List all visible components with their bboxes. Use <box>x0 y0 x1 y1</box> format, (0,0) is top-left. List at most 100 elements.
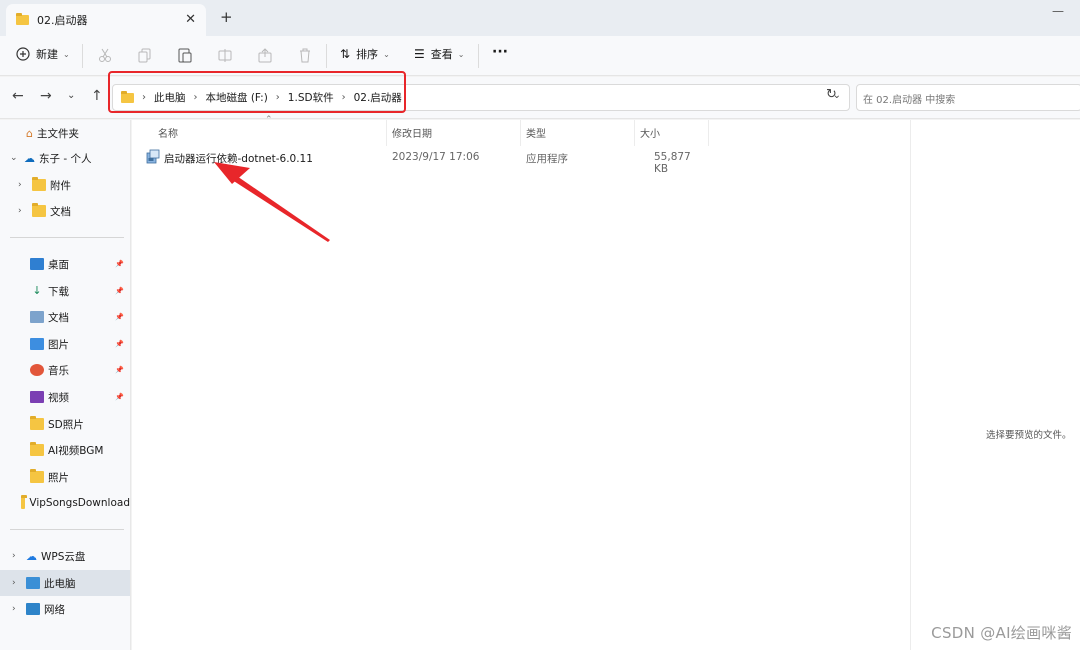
view-button[interactable]: ☰ 查看 ⌄ <box>414 46 464 62</box>
tab-label: 02.启动器 <box>37 14 88 27</box>
share-icon[interactable] <box>256 46 274 64</box>
chevron-right-icon[interactable]: › <box>12 551 26 561</box>
sidebar-item-label: AI视频BGM <box>48 444 104 457</box>
chevron-right-icon[interactable]: › <box>12 578 26 588</box>
rename-icon[interactable] <box>216 46 234 64</box>
column-divider[interactable] <box>634 120 635 146</box>
pin-icon[interactable]: 📌 <box>115 287 124 295</box>
sidebar-item-cloud[interactable]: ⌄ ☁ 东子 - 个人 <box>0 145 130 171</box>
sidebar-item-label: 附件 <box>50 179 71 192</box>
column-header-modified[interactable]: 修改日期 <box>392 125 432 140</box>
view-button-label: 查看 <box>430 48 453 61</box>
column-divider[interactable] <box>386 120 387 146</box>
sidebar-item-this-pc[interactable]: › 此电脑 <box>0 570 130 596</box>
close-tab-icon[interactable]: ✕ <box>185 12 196 27</box>
paste-icon[interactable] <box>176 46 194 64</box>
sidebar-item-quick[interactable]: 音乐 📌 <box>0 357 130 383</box>
folder-icon <box>20 495 27 509</box>
picture-icon <box>30 338 44 350</box>
toolbar-divider <box>82 44 83 68</box>
sidebar-item-quick[interactable]: AI视频BGM <box>0 437 130 463</box>
chevron-right-icon[interactable]: › <box>12 604 26 614</box>
column-header-name[interactable]: 名称 <box>158 125 178 140</box>
pin-icon[interactable]: 📌 <box>115 366 124 374</box>
chevron-down-icon[interactable]: ⌄ <box>10 153 24 163</box>
pin-icon[interactable]: 📌 <box>115 340 124 348</box>
chevron-down-icon: ⌄ <box>383 49 390 59</box>
sidebar-divider <box>10 237 124 238</box>
folder-icon <box>32 203 46 217</box>
refresh-icon[interactable]: ↻ <box>826 87 837 102</box>
sidebar-item-label: VipSongsDownload <box>29 497 130 509</box>
pin-icon[interactable]: 📌 <box>115 393 124 401</box>
cloud-icon: ☁ <box>26 549 37 563</box>
search-input[interactable]: 在 02.启动器 中搜索 <box>856 84 1080 111</box>
copy-icon[interactable] <box>136 46 154 64</box>
sidebar-item-quick[interactable]: 桌面 📌 <box>0 251 130 277</box>
file-modified: 2023/9/17 17:06 <box>392 151 480 163</box>
annotation-arrow <box>214 162 330 242</box>
sidebar-item-label: 网络 <box>44 603 65 616</box>
sidebar-item-wps-cloud[interactable]: › ☁ WPS云盘 <box>0 543 130 569</box>
folder-icon <box>32 177 46 191</box>
sidebar-item-quick[interactable]: 文档 📌 <box>0 304 130 330</box>
sidebar-item-quick[interactable]: VipSongsDownload <box>0 490 130 516</box>
sidebar-item-label: 下载 <box>48 285 69 298</box>
computer-icon <box>26 577 40 589</box>
column-divider[interactable] <box>708 120 709 146</box>
cut-icon[interactable] <box>96 46 114 64</box>
delete-icon[interactable] <box>296 46 314 64</box>
more-options-button[interactable]: ··· <box>492 44 508 60</box>
sort-button[interactable]: ⇅ 排序 ⌄ <box>340 46 390 62</box>
chevron-right-icon[interactable]: › <box>18 180 32 190</box>
pin-icon[interactable]: 📌 <box>115 260 124 268</box>
sidebar-item-quick[interactable]: 照片 <box>0 464 130 490</box>
back-arrow-icon[interactable]: ← <box>12 88 24 104</box>
column-divider[interactable] <box>520 120 521 146</box>
sidebar-item-home[interactable]: ⌂ 主文件夹 <box>0 120 130 146</box>
sidebar-item-attachments[interactable]: › 附件 <box>0 172 130 198</box>
tab-strip: 02.启动器 ✕ + — <box>0 0 1080 36</box>
installer-icon <box>146 149 160 164</box>
toolbar-divider <box>326 44 327 68</box>
sidebar-item-label: SD照片 <box>48 418 84 431</box>
sidebar-item-label: 东子 - 个人 <box>39 152 92 165</box>
column-header-size[interactable]: 大小 <box>640 125 660 140</box>
sort-ascending-icon: ⌃ <box>265 115 273 125</box>
sidebar-item-label: WPS云盘 <box>41 550 86 563</box>
sidebar-item-quick[interactable]: 视频 📌 <box>0 384 130 410</box>
home-icon: ⌂ <box>26 126 33 140</box>
sidebar-item-quick[interactable]: 图片 📌 <box>0 331 130 357</box>
sort-icon: ⇅ <box>340 47 351 61</box>
minimize-button[interactable]: — <box>1052 4 1064 18</box>
sidebar-item-network[interactable]: › 网络 <box>0 596 130 622</box>
new-button-label: 新建 <box>36 48 58 61</box>
document-icon <box>30 311 44 323</box>
folder-icon <box>30 442 44 456</box>
file-size: 55,877 KB <box>654 151 691 175</box>
pin-icon[interactable]: 📌 <box>115 313 124 321</box>
sidebar-item-label: 文档 <box>48 311 69 324</box>
sidebar-item-cloud-documents[interactable]: › 文档 <box>0 198 130 224</box>
navigation-pane: ⌂ 主文件夹 ⌄ ☁ 东子 - 个人 › 附件 › 文档 桌面 📌 ↓ 下载 📌 文档 📌 图… <box>0 120 131 650</box>
up-arrow-icon[interactable]: ↑ <box>91 88 103 104</box>
view-icon: ☰ <box>414 47 425 61</box>
sidebar-item-label: 视频 <box>48 391 69 404</box>
forward-arrow-icon[interactable]: → <box>40 88 52 104</box>
chevron-right-icon[interactable]: › <box>18 206 32 216</box>
sidebar-item-quick[interactable]: SD照片 <box>0 411 130 437</box>
new-tab-button[interactable]: + <box>220 8 233 26</box>
folder-icon <box>16 13 29 25</box>
new-button[interactable]: 新建 ⌄ <box>16 46 70 62</box>
sidebar-item-label: 此电脑 <box>44 577 76 590</box>
sidebar-item-label: 照片 <box>48 471 69 484</box>
folder-icon <box>30 469 44 483</box>
tab-current-folder[interactable]: 02.启动器 ✕ <box>6 4 206 36</box>
plus-circle-icon <box>16 47 30 61</box>
recent-locations-chevron-icon[interactable]: ⌄ <box>67 90 75 101</box>
sidebar-divider <box>10 529 124 530</box>
chevron-down-icon: ⌄ <box>457 49 465 59</box>
column-header-type[interactable]: 类型 <box>526 125 546 140</box>
sidebar-item-label: 主文件夹 <box>36 127 79 140</box>
sidebar-item-quick[interactable]: ↓ 下载 📌 <box>0 278 130 304</box>
